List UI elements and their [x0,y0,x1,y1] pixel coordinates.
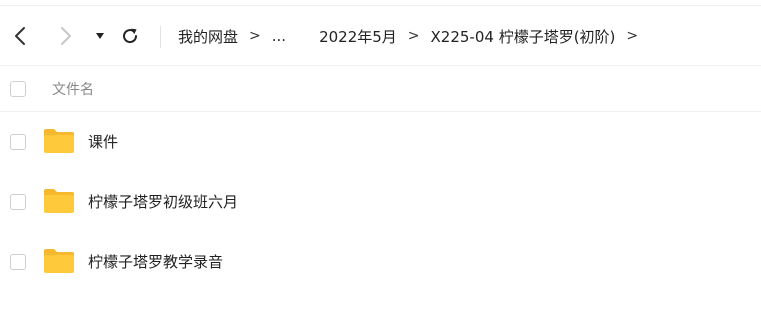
refresh-icon [123,28,138,44]
breadcrumb-item-current[interactable]: X225-04 柠檬子塔罗(初阶) [431,26,616,47]
file-browser: 我的网盘 > ... 2022年5月 > X225-04 柠檬子塔罗(初阶) >… [0,0,761,319]
breadcrumb-item-month[interactable]: 2022年5月 [319,26,397,47]
select-all-checkbox[interactable] [10,81,26,97]
breadcrumb-item-collapsed[interactable]: ... [272,27,286,45]
row-checkbox[interactable] [10,134,26,150]
row-checkbox[interactable] [10,194,26,210]
breadcrumb-separator: > [407,28,420,44]
breadcrumb-item-root[interactable]: 我的网盘 [178,26,238,47]
file-name[interactable]: 柠檬子塔罗教学录音 [88,251,223,272]
chevron-left-icon [15,27,25,45]
row-checkbox[interactable] [10,254,26,270]
folder-icon [44,189,74,213]
back-button[interactable] [8,24,32,48]
refresh-button[interactable] [118,24,142,48]
file-name[interactable]: 柠檬子塔罗初级班六月 [88,191,238,212]
file-row-0[interactable]: 课件 [0,112,761,172]
navbar-divider [160,26,161,48]
history-dropdown-button[interactable] [92,24,108,48]
navigation-bar: 我的网盘 > ... 2022年5月 > X225-04 柠檬子塔罗(初阶) > [0,6,761,66]
file-list-header: 文件名 [0,66,761,112]
forward-button[interactable] [54,24,78,48]
chevron-right-icon [61,27,71,45]
file-row-2[interactable]: 柠檬子塔罗教学录音 [0,232,761,292]
caret-down-icon [96,33,104,39]
column-header-filename[interactable]: 文件名 [52,79,94,99]
folder-icon [44,249,74,273]
breadcrumb-separator: > [249,28,261,44]
breadcrumb-separator: > [626,28,639,44]
folder-icon [44,129,74,153]
breadcrumb: 我的网盘 > ... 2022年5月 > X225-04 柠檬子塔罗(初阶) > [178,23,649,49]
file-name[interactable]: 课件 [88,131,118,152]
file-row-1[interactable]: 柠檬子塔罗初级班六月 [0,172,761,232]
